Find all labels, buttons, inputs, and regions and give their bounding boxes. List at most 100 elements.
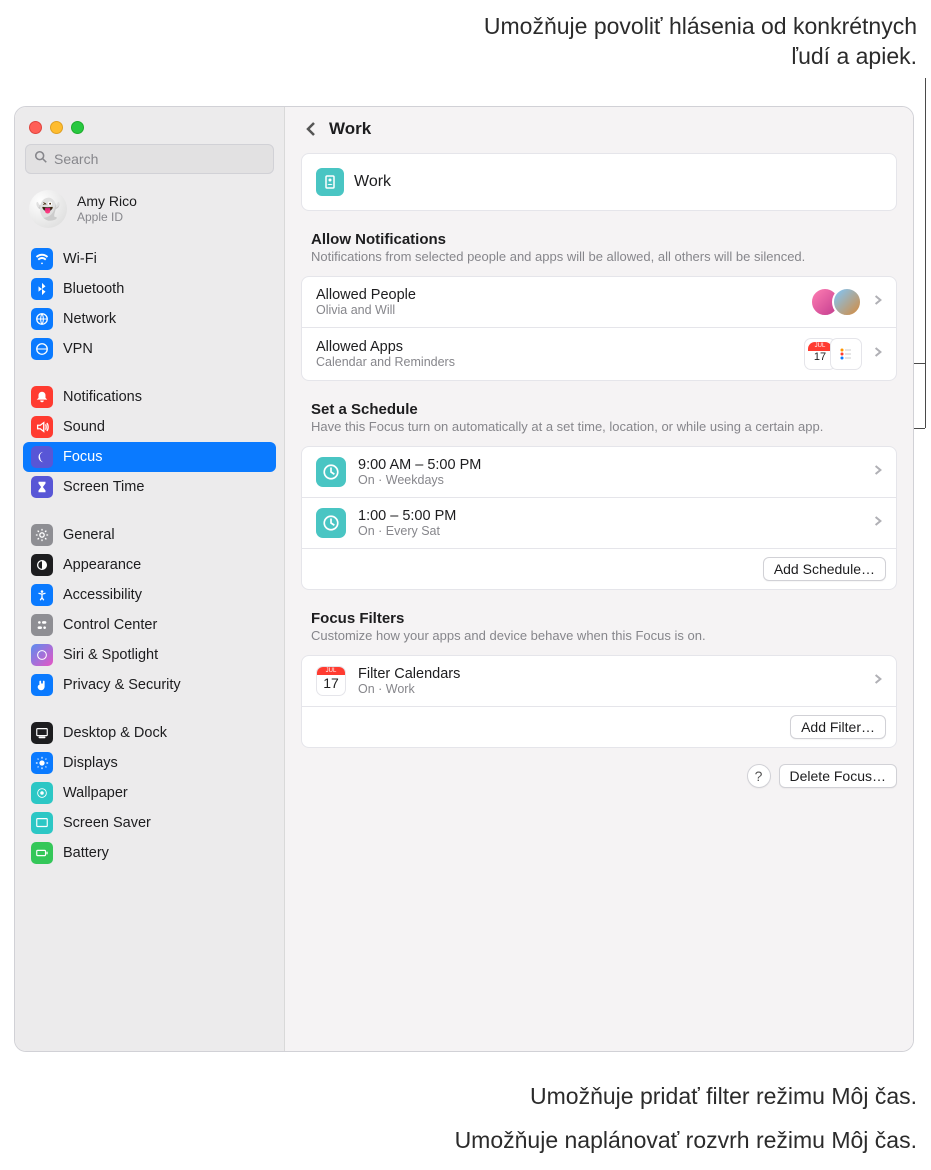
network-icon xyxy=(31,308,53,330)
sidebar-item-sound[interactable]: Sound xyxy=(23,412,276,442)
wifi-icon xyxy=(31,248,53,270)
help-button[interactable]: ? xyxy=(747,764,771,788)
page-title: Work xyxy=(329,119,371,139)
sidebar-item-privacy-security[interactable]: Privacy & Security xyxy=(23,670,276,700)
callout-bot: Umožňuje naplánovať rozvrh režimu Môj ča… xyxy=(455,1126,917,1156)
sidebar-item-label: Wi-Fi xyxy=(63,251,97,267)
window-controls xyxy=(15,117,284,144)
row-title: Allowed Apps xyxy=(316,339,798,355)
nav-group-3: General Appearance Accessibility Control… xyxy=(15,516,284,704)
sidebar-item-label: Accessibility xyxy=(63,587,142,603)
allowed-apps-row[interactable]: Allowed Apps Calendar and Reminders JUL … xyxy=(302,327,896,380)
battery-icon xyxy=(31,842,53,864)
callout-top: Umožňuje povoliť hlásenia od konkrétnych… xyxy=(467,12,917,72)
sidebar-item-siri-spotlight[interactable]: Siri & Spotlight xyxy=(23,640,276,670)
section-title: Focus Filters xyxy=(311,610,887,627)
sidebar-item-label: Wallpaper xyxy=(63,785,128,801)
sidebar-item-label: Privacy & Security xyxy=(63,677,181,693)
chevron-right-icon xyxy=(874,345,882,362)
clock-icon xyxy=(316,457,346,487)
work-badge-icon xyxy=(316,168,344,196)
account-name: Amy Rico xyxy=(77,193,137,210)
section-subtitle: Notifications from selected people and a… xyxy=(311,249,887,266)
sidebar-item-network[interactable]: Network xyxy=(23,304,276,334)
wallpaper-icon xyxy=(31,782,53,804)
sidebar-item-appearance[interactable]: Appearance xyxy=(23,550,276,580)
screen-saver-icon xyxy=(31,812,53,834)
filters-panel: JUL 17 Filter Calendars On · Work Add Fi… xyxy=(301,655,897,748)
section-title: Allow Notifications xyxy=(311,231,887,248)
section-subtitle: Have this Focus turn on automatically at… xyxy=(311,419,887,436)
chevron-right-icon xyxy=(874,293,882,310)
chevron-right-icon xyxy=(874,672,882,689)
sidebar-item-label: Control Center xyxy=(63,617,157,633)
sidebar-item-label: Focus xyxy=(63,449,103,465)
search-input[interactable] xyxy=(54,151,265,167)
sidebar-item-accessibility[interactable]: Accessibility xyxy=(23,580,276,610)
minimize-window-button[interactable] xyxy=(50,121,63,134)
row-subtitle: On · Weekdays xyxy=(358,473,862,487)
schedule-panel: 9:00 AM – 5:00 PM On · Weekdays 1:00 – 5… xyxy=(301,446,897,590)
sidebar-item-control-center[interactable]: Control Center xyxy=(23,610,276,640)
section-allow: Allow Notifications Notifications from s… xyxy=(285,217,913,270)
search-field[interactable] xyxy=(25,144,274,174)
back-button[interactable] xyxy=(301,119,321,139)
sidebar-item-wifi[interactable]: Wi-Fi xyxy=(23,244,276,274)
sidebar-item-vpn[interactable]: VPN xyxy=(23,334,276,364)
bell-icon xyxy=(31,386,53,408)
sidebar-item-displays[interactable]: Displays xyxy=(23,748,276,778)
clock-icon xyxy=(316,508,346,538)
gear-icon xyxy=(31,524,53,546)
reminders-app-icon xyxy=(830,338,862,370)
allowed-people-row[interactable]: Allowed People Olivia and Will xyxy=(302,277,896,327)
section-title: Set a Schedule xyxy=(311,401,887,418)
accessibility-icon xyxy=(31,584,53,606)
sidebar-item-label: General xyxy=(63,527,115,543)
row-subtitle: Calendar and Reminders xyxy=(316,355,798,369)
sidebar-item-wallpaper[interactable]: Wallpaper xyxy=(23,778,276,808)
add-schedule-button[interactable]: Add Schedule… xyxy=(763,557,886,581)
calendar-icon: JUL 17 xyxy=(316,666,346,696)
add-filter-button[interactable]: Add Filter… xyxy=(790,715,886,739)
vpn-icon xyxy=(31,338,53,360)
filter-row[interactable]: JUL 17 Filter Calendars On · Work xyxy=(302,656,896,706)
sidebar-item-desktop-dock[interactable]: Desktop & Dock xyxy=(23,718,276,748)
schedule-row-2[interactable]: 1:00 – 5:00 PM On · Every Sat xyxy=(302,497,896,548)
control-center-icon xyxy=(31,614,53,636)
nav-group-2: Notifications Sound Focus Screen Time xyxy=(15,378,284,506)
close-window-button[interactable] xyxy=(29,121,42,134)
header: Work xyxy=(285,119,913,147)
appearance-icon xyxy=(31,554,53,576)
account-sub: Apple ID xyxy=(77,210,137,224)
callout-line xyxy=(914,363,925,364)
sidebar-item-battery[interactable]: Battery xyxy=(23,838,276,868)
sidebar-item-screen-time[interactable]: Screen Time xyxy=(23,472,276,502)
displays-icon xyxy=(31,752,53,774)
apple-id-row[interactable]: 👻 Amy Rico Apple ID xyxy=(15,184,284,240)
row-title: 1:00 – 5:00 PM xyxy=(358,508,862,524)
sidebar-item-label: Desktop & Dock xyxy=(63,725,167,741)
schedule-row-1[interactable]: 9:00 AM – 5:00 PM On · Weekdays xyxy=(302,447,896,497)
sidebar-item-bluetooth[interactable]: Bluetooth xyxy=(23,274,276,304)
delete-focus-button[interactable]: Delete Focus… xyxy=(779,764,897,788)
bluetooth-icon xyxy=(31,278,53,300)
nav-group-4: Desktop & Dock Displays Wallpaper Screen… xyxy=(15,714,284,872)
sidebar-item-label: VPN xyxy=(63,341,93,357)
sidebar-item-label: Screen Time xyxy=(63,479,144,495)
row-title: 9:00 AM – 5:00 PM xyxy=(358,457,862,473)
sidebar: 👻 Amy Rico Apple ID Wi-Fi Bluetooth Netw… xyxy=(15,107,285,1051)
sidebar-item-label: Bluetooth xyxy=(63,281,124,297)
fullscreen-window-button[interactable] xyxy=(71,121,84,134)
hand-icon xyxy=(31,674,53,696)
sidebar-item-general[interactable]: General xyxy=(23,520,276,550)
dock-icon xyxy=(31,722,53,744)
sidebar-item-screen-saver[interactable]: Screen Saver xyxy=(23,808,276,838)
callout-mid: Umožňuje pridať filter režimu Môj čas. xyxy=(530,1082,917,1112)
bottom-actions: ? Delete Focus… xyxy=(285,754,913,798)
sidebar-item-notifications[interactable]: Notifications xyxy=(23,382,276,412)
sidebar-item-focus[interactable]: Focus xyxy=(23,442,276,472)
hourglass-icon xyxy=(31,476,53,498)
avatar: 👻 xyxy=(29,190,67,228)
search-icon xyxy=(34,150,48,168)
callout-line xyxy=(925,78,926,428)
